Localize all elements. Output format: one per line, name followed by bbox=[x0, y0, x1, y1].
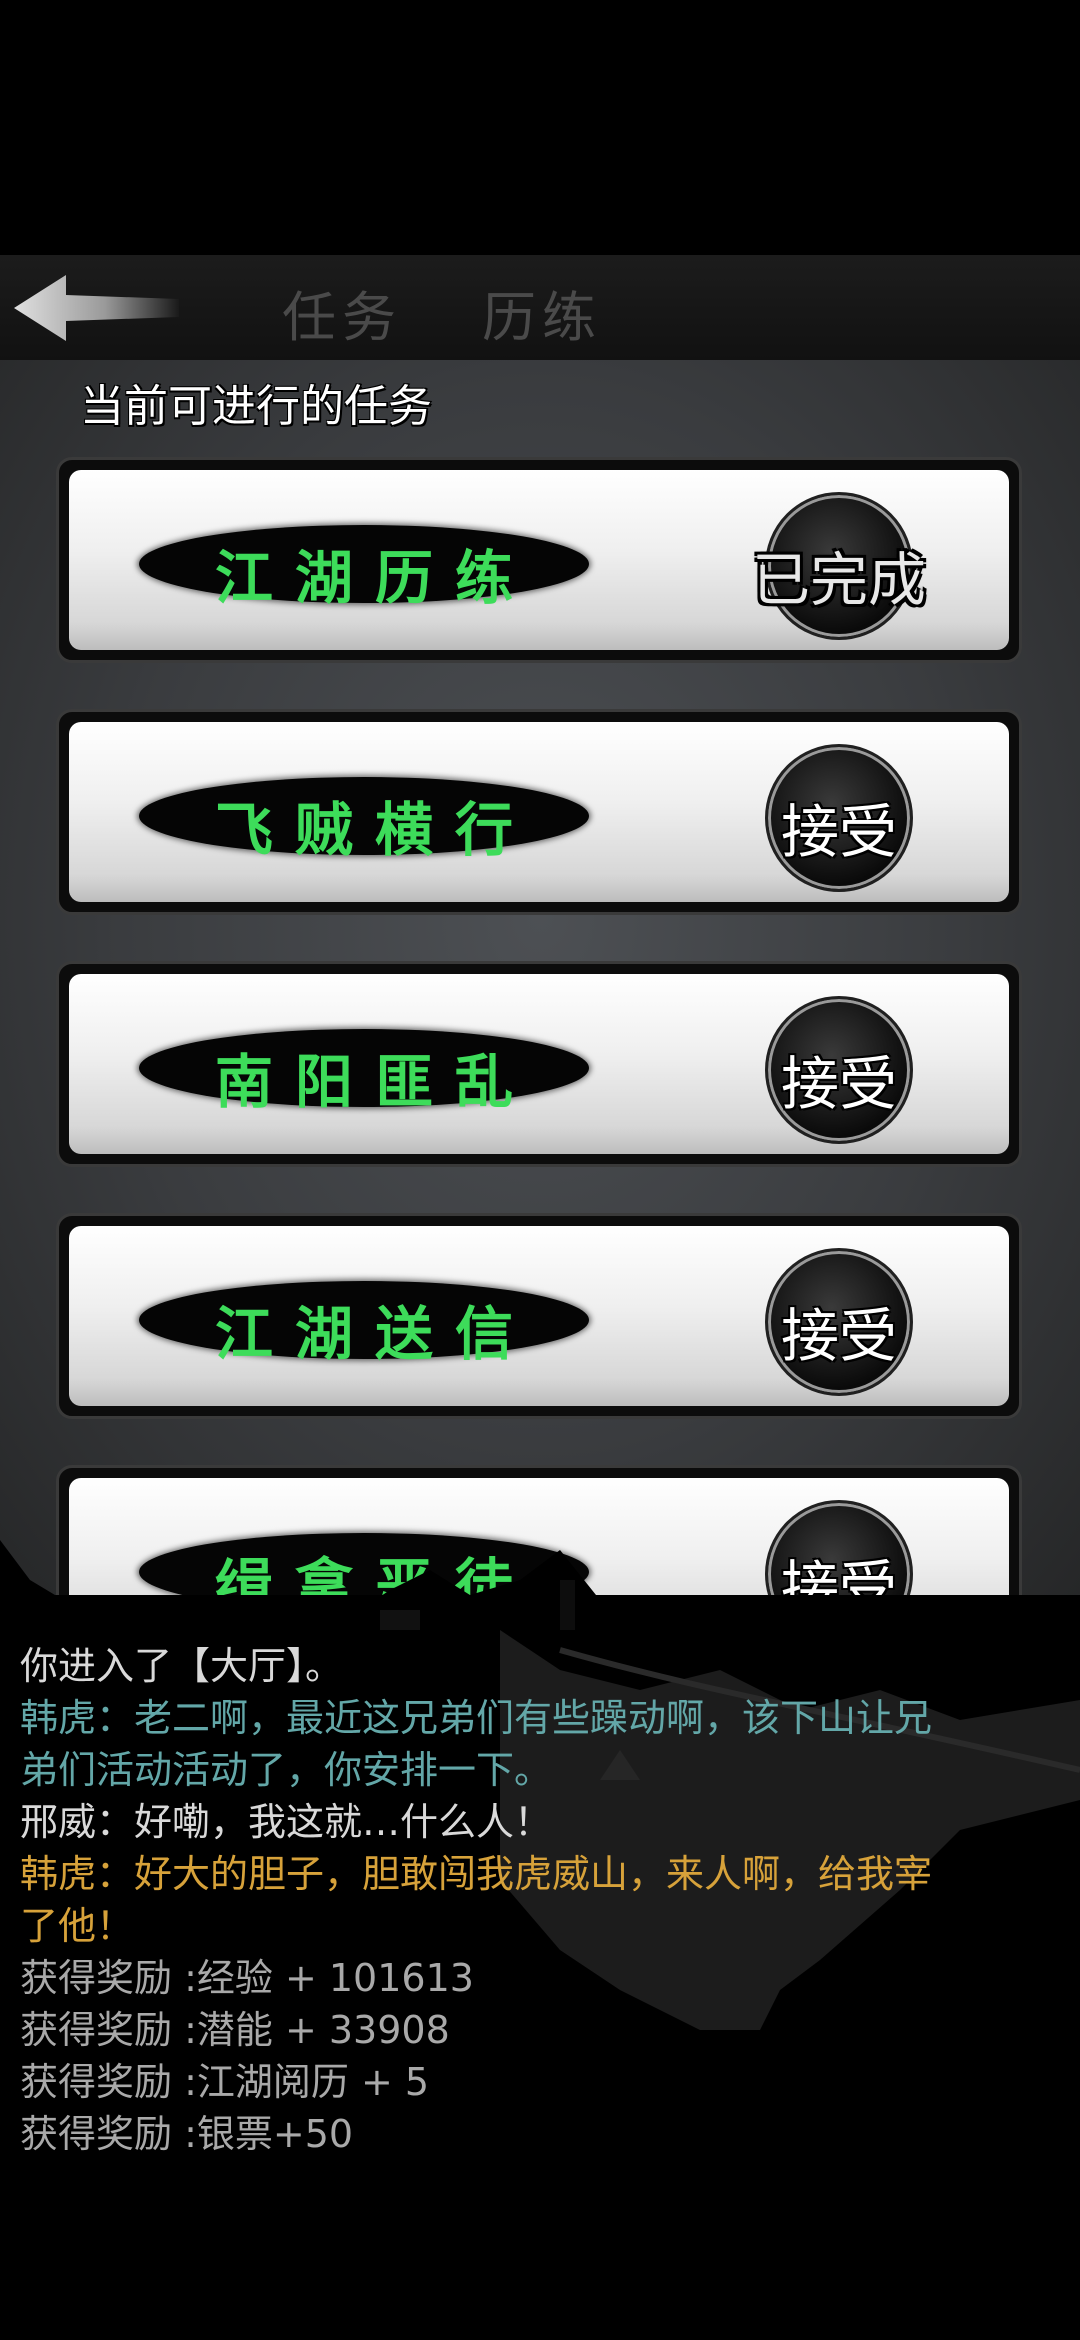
quest-name: 江湖历练 bbox=[214, 544, 535, 612]
log-line: 获得奖励 :银票+50 bbox=[20, 2112, 354, 2156]
quest-card: 飞贼横行 接受 bbox=[56, 709, 1022, 915]
quest-card: 江湖历练 已完成 bbox=[56, 457, 1022, 663]
quest-name: 江湖送信 bbox=[214, 1300, 535, 1368]
quest-action-label: 已完成 bbox=[751, 546, 926, 614]
accept-quest-button[interactable]: 接受 bbox=[765, 1248, 913, 1396]
accept-quest-button[interactable]: 接受 bbox=[765, 744, 913, 892]
quest-completed-badge: 已完成 bbox=[752, 492, 926, 640]
quest-card-body: 飞贼横行 接受 bbox=[69, 722, 1009, 902]
quest-card: 江湖送信 接受 bbox=[56, 1213, 1022, 1419]
status-area bbox=[0, 0, 1080, 255]
log-line: 获得奖励 :江湖阅历 + 5 bbox=[20, 2060, 430, 2104]
quest-action-label: 接受 bbox=[780, 1302, 897, 1370]
log-line: 韩虎：老二啊，最近这兄弟们有些躁动啊，该下山让兄 bbox=[20, 1696, 933, 1740]
quest-card: 南阳匪乱 接受 bbox=[56, 961, 1022, 1167]
quest-name-banner: 江湖历练 bbox=[139, 525, 589, 612]
quest-panel: 当前可进行的任务 江湖历练 已完成 飞贼横行 接受 南阳匪乱 接受 江湖送信 接… bbox=[0, 360, 1080, 1595]
log-line: 弟们活动活动了，你安排一下。 bbox=[20, 1748, 553, 1792]
section-title: 当前可进行的任务 bbox=[80, 381, 432, 432]
quest-name: 南阳匪乱 bbox=[214, 1048, 535, 1116]
quest-action-label: 接受 bbox=[780, 798, 897, 866]
log-line: 获得奖励 :经验 + 101613 bbox=[20, 1956, 474, 2000]
log-line: 韩虎：好大的胆子，胆敢闯我虎威山，来人啊，给我宰 bbox=[20, 1852, 933, 1896]
top-navigation-bar: 任务 历练 bbox=[0, 255, 1080, 363]
tab-task[interactable]: 任务 bbox=[282, 273, 402, 352]
tab-training[interactable]: 历练 bbox=[482, 273, 602, 352]
back-button[interactable] bbox=[14, 273, 184, 343]
log-line: 你进入了【大厅】。 bbox=[20, 1644, 344, 1688]
quest-name: 飞贼横行 bbox=[214, 796, 535, 864]
quest-name-banner: 南阳匪乱 bbox=[139, 1029, 589, 1116]
message-log[interactable]: 你进入了【大厅】。 韩虎：老二啊，最近这兄弟们有些躁动啊，该下山让兄 弟们活动活… bbox=[0, 1630, 1080, 2340]
accept-quest-button[interactable]: 接受 bbox=[765, 996, 913, 1144]
quest-card-body: 江湖历练 已完成 bbox=[69, 470, 1009, 650]
quest-card-body: 江湖送信 接受 bbox=[69, 1226, 1009, 1406]
quest-name-banner: 江湖送信 bbox=[139, 1281, 589, 1368]
log-line: 邢威：好嘞，我这就…什么人！ bbox=[20, 1800, 553, 1844]
quest-card-body: 南阳匪乱 接受 bbox=[69, 974, 1009, 1154]
log-line: 了他！ bbox=[20, 1904, 135, 1948]
log-line: 获得奖励 :潜能 + 33908 bbox=[20, 2008, 450, 2052]
back-arrow-icon bbox=[14, 275, 179, 341]
quest-name-banner: 飞贼横行 bbox=[139, 777, 589, 864]
quest-action-label: 接受 bbox=[780, 1050, 897, 1118]
